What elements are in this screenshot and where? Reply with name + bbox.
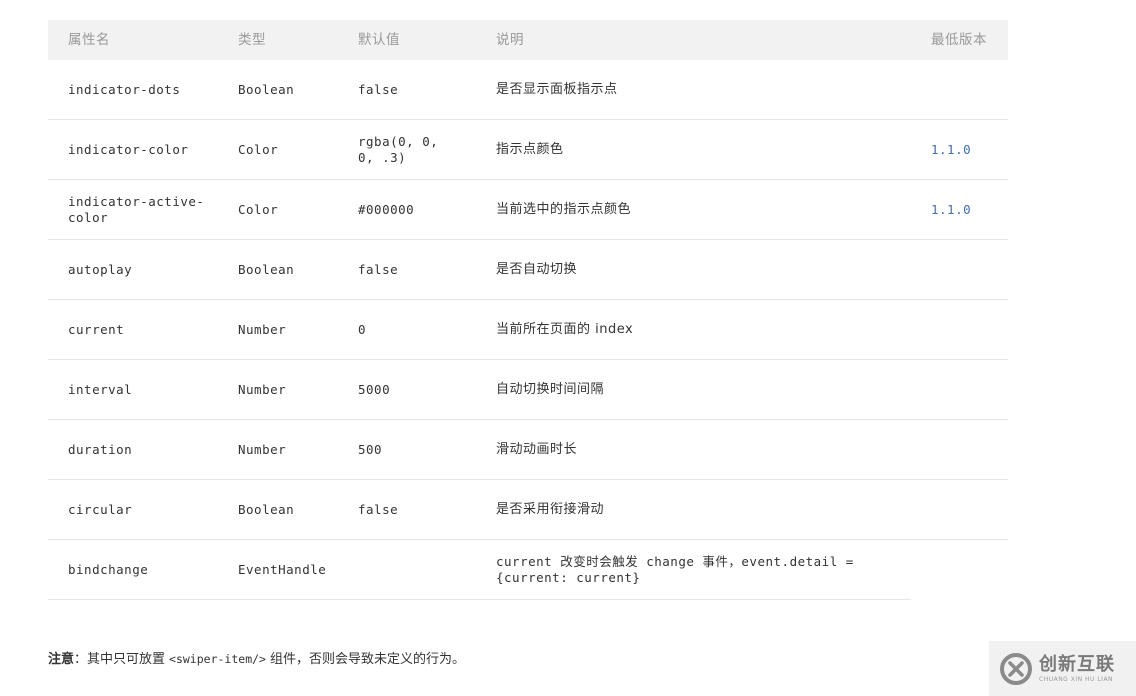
table-row: interval Number 5000 自动切换时间间隔 <box>48 360 1008 420</box>
version-link[interactable]: 1.1.0 <box>911 142 1008 158</box>
table-header: 属性名 类型 默认值 说明 最低版本 <box>48 20 1008 60</box>
attribute-type: Boolean <box>238 81 295 97</box>
header-attribute-name: 属性名 <box>68 32 110 48</box>
attribute-default: 500 <box>358 441 383 457</box>
attribute-type: Color <box>238 201 279 217</box>
note-label: 注意 <box>48 652 75 667</box>
attribute-name: bindchange <box>68 561 149 577</box>
table-row: autoplay Boolean false 是否自动切换 <box>48 240 1008 300</box>
header-default-value: 默认值 <box>358 32 400 48</box>
attribute-description: 自动切换时间间隔 <box>496 381 605 397</box>
attribute-description: 当前选中的指示点颜色 <box>496 201 632 217</box>
attribute-name: circular <box>68 501 133 517</box>
attribute-type: Boolean <box>238 261 295 277</box>
attribute-type: Color <box>238 141 279 157</box>
usage-note: 注意：其中只可放置 <swiper-item/> 组件，否则会导致未定义的行为。 <box>48 648 465 667</box>
attribute-default: #000000 <box>358 201 415 217</box>
brand-logo-icon <box>1000 652 1032 685</box>
note-prefix: ：其中只可放置 <box>74 652 166 667</box>
attribute-name: indicator-dots <box>68 81 181 97</box>
attribute-name: indicator-active-color <box>68 193 205 225</box>
header-description: 说明 <box>496 32 524 48</box>
attribute-default: 5000 <box>358 381 391 397</box>
header-type: 类型 <box>238 32 266 48</box>
attribute-name: duration <box>68 441 133 457</box>
table-row: indicator-dots Boolean false 是否显示面板指示点 <box>48 60 1008 120</box>
attribute-type: Number <box>238 381 287 397</box>
version-link[interactable]: 1.1.0 <box>911 202 1008 218</box>
attribute-default: false <box>358 261 399 277</box>
table-row: bindchange EventHandle current 改变时会触发 ch… <box>48 540 911 600</box>
attribute-description: 滑动动画时长 <box>496 441 578 457</box>
attribute-name: autoplay <box>68 261 133 277</box>
attribute-type: EventHandle <box>238 561 327 577</box>
table-row: current Number 0 当前所在页面的 index <box>48 300 1008 360</box>
attributes-table: 属性名 类型 默认值 说明 最低版本 indicator-dots Boolea… <box>48 20 1008 600</box>
attribute-default: 0 <box>358 321 367 337</box>
note-suffix: 组件，否则会导致未定义的行为。 <box>269 652 465 667</box>
attribute-default: false <box>358 501 399 517</box>
note-code: <swiper-item/> <box>169 652 266 666</box>
attribute-name: interval <box>68 381 133 397</box>
table-row: duration Number 500 滑动动画时长 <box>48 420 1008 480</box>
attribute-description: 是否显示面板指示点 <box>496 81 618 97</box>
table-row: circular Boolean false 是否采用衔接滑动 <box>48 480 1008 540</box>
attribute-type: Number <box>238 321 287 337</box>
watermark: 创新互联 CHUANG XIN HU LIAN <box>989 641 1136 696</box>
header-min-version: 最低版本 <box>931 32 987 48</box>
attribute-description: 指示点颜色 <box>496 141 564 157</box>
attribute-description: 是否采用衔接滑动 <box>496 501 605 517</box>
attribute-type: Number <box>238 441 287 457</box>
attribute-description: current 改变时会触发 change 事件，event.detail = … <box>496 553 854 585</box>
attribute-description: 是否自动切换 <box>496 261 578 277</box>
watermark-sub: CHUANG XIN HU LIAN <box>1039 675 1114 683</box>
watermark-main: 创新互联 <box>1039 653 1115 675</box>
table-row: indicator-active-color Color #000000 当前选… <box>48 180 1008 240</box>
watermark-text: 创新互联 CHUANG XIN HU LIAN <box>1039 654 1115 684</box>
table-row: indicator-color Color rgba(0, 0, 0, .3) … <box>48 120 1008 180</box>
attribute-default: rgba(0, 0, 0, .3) <box>358 133 439 165</box>
attribute-name: indicator-color <box>68 141 189 157</box>
attribute-name: current <box>68 321 125 337</box>
attribute-type: Boolean <box>238 501 295 517</box>
attribute-default: false <box>358 81 399 97</box>
attribute-description: 当前所在页面的 index <box>496 321 634 337</box>
